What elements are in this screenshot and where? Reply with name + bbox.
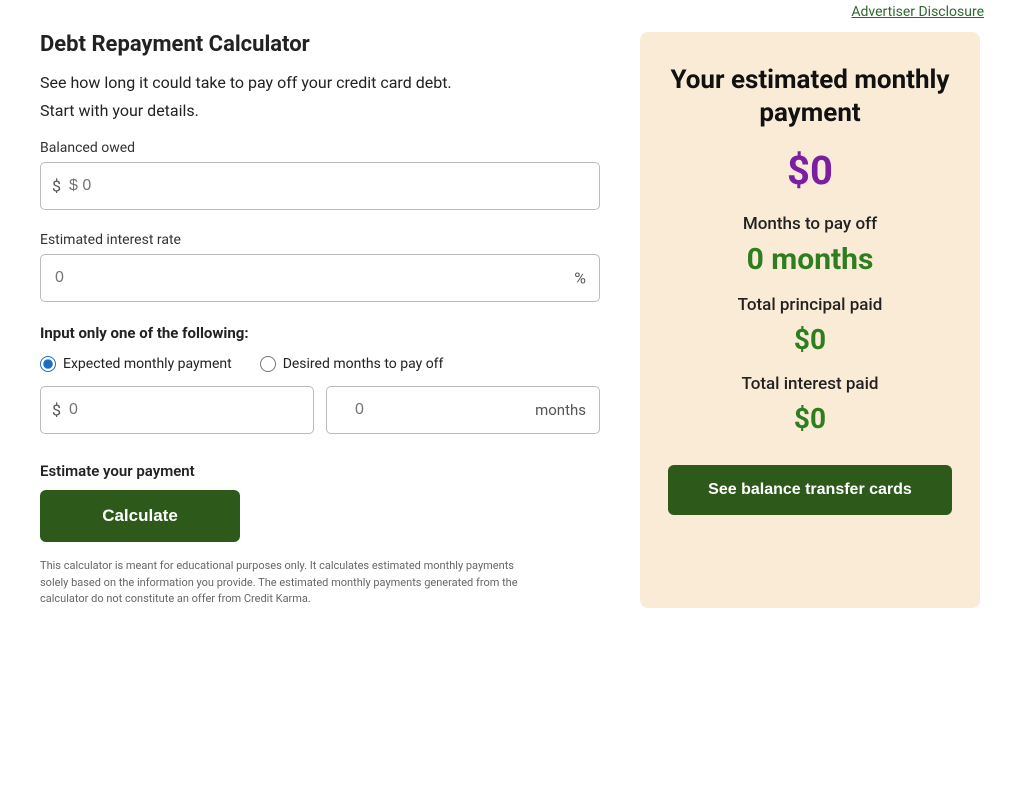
radio-months-input[interactable] <box>260 356 276 372</box>
rate-input[interactable] <box>40 254 600 302</box>
balance-prefix-icon: $ <box>52 177 61 196</box>
subtitle-text: See how long it could take to pay off yo… <box>40 71 600 95</box>
estimate-label: Estimate your payment <box>40 462 600 480</box>
months-to-payoff-value: 0 months <box>747 242 874 277</box>
results-title: Your estimated monthly payment <box>668 64 952 129</box>
interest-value: $0 <box>794 402 826 435</box>
months-to-payoff-label: Months to pay off <box>743 214 877 234</box>
radio-monthly-text: Expected monthly payment <box>63 356 232 372</box>
principal-label: Total principal paid <box>738 295 883 315</box>
months-suffix-text: months <box>535 401 586 419</box>
monthly-amount-value: $0 <box>787 147 833 194</box>
monthly-prefix-icon: $ <box>52 401 61 420</box>
page-title: Debt Repayment Calculator <box>40 32 600 57</box>
start-text: Start with your details. <box>40 101 600 120</box>
radio-months-label[interactable]: Desired months to pay off <box>260 356 444 372</box>
rate-label: Estimated interest rate <box>40 232 600 248</box>
radio-monthly-label[interactable]: Expected monthly payment <box>40 356 232 372</box>
rate-suffix-icon: % <box>574 269 586 288</box>
results-panel: Your estimated monthly payment $0 Months… <box>640 32 980 608</box>
balance-input[interactable] <box>40 162 600 210</box>
principal-value: $0 <box>794 323 826 356</box>
balance-label: Balanced owed <box>40 140 600 156</box>
calculate-button[interactable]: Calculate <box>40 490 240 542</box>
advertiser-disclosure-link[interactable]: Advertiser Disclosure <box>851 4 984 20</box>
disclaimer-text: This calculator is meant for educational… <box>40 558 540 608</box>
radio-monthly-input[interactable] <box>40 356 56 372</box>
see-balance-transfer-cards-button[interactable]: See balance transfer cards <box>668 465 952 515</box>
months-input-wrapper: months <box>326 386 600 434</box>
interest-label: Total interest paid <box>741 374 878 394</box>
monthly-payment-input[interactable] <box>40 386 314 434</box>
input-instruction: Input only one of the following: <box>40 324 600 342</box>
radio-months-text: Desired months to pay off <box>283 356 444 372</box>
